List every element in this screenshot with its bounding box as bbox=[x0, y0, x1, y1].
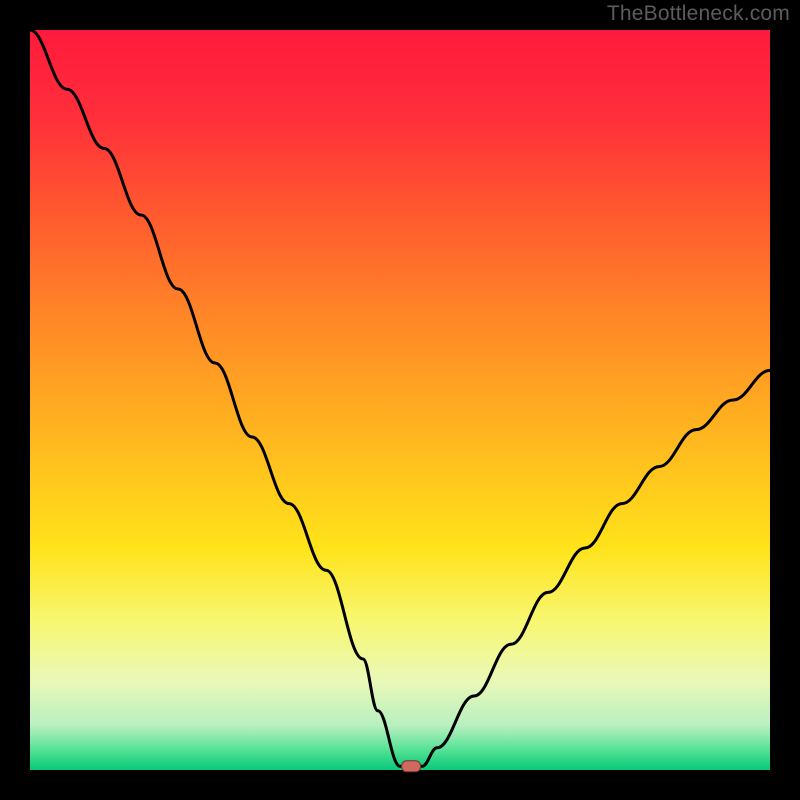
chart-frame: TheBottleneck.com bbox=[0, 0, 800, 800]
plot-background bbox=[30, 30, 770, 770]
bottleneck-chart bbox=[0, 0, 800, 800]
optimal-marker bbox=[402, 761, 421, 772]
